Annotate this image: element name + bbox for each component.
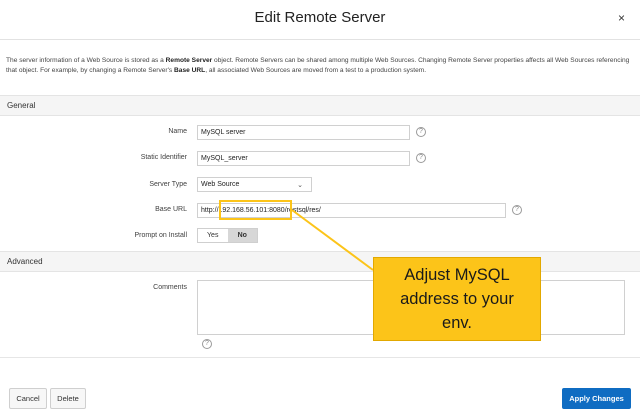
footer-divider (0, 357, 640, 358)
section-advanced-label: Advanced (7, 257, 43, 266)
base-url-help-icon[interactable]: ? (512, 205, 522, 215)
name-input[interactable]: MySQL server (197, 125, 410, 140)
server-type-value: Web Source (201, 181, 240, 188)
comments-label: Comments (153, 284, 187, 291)
section-advanced: Advanced (0, 251, 640, 272)
dialog-title: Edit Remote Server (254, 9, 386, 26)
server-type-label: Server Type (149, 181, 187, 188)
chevron-down-icon: ⌄ (297, 182, 303, 189)
static-identifier-label: Static Identifier (140, 154, 187, 161)
cancel-button[interactable]: Cancel (9, 388, 47, 409)
prompt-yes-option[interactable]: Yes (198, 229, 228, 242)
section-general-label: General (7, 101, 36, 110)
static-identifier-input[interactable]: MySQL_server (197, 151, 410, 166)
prompt-on-install-toggle[interactable]: Yes No (197, 228, 258, 243)
delete-button[interactable]: Delete (50, 388, 86, 409)
close-icon[interactable]: × (618, 11, 625, 25)
server-type-select[interactable]: Web Source ⌄ (197, 177, 312, 192)
annotation-callout: Adjust MySQL address to your env. (373, 257, 541, 341)
static-identifier-help-icon[interactable]: ? (416, 153, 426, 163)
name-label: Name (168, 128, 187, 135)
section-general: General (0, 95, 640, 116)
comments-help-icon[interactable]: ? (202, 339, 212, 349)
prompt-on-install-label: Prompt on Install (134, 232, 187, 239)
prompt-no-option[interactable]: No (227, 229, 257, 242)
description-text: The server information of a Web Source i… (6, 57, 630, 74)
apply-changes-button[interactable]: Apply Changes (562, 388, 631, 409)
name-help-icon[interactable]: ? (416, 127, 426, 137)
base-url-label: Base URL (155, 206, 187, 213)
annotation-highlight-box (219, 200, 292, 220)
header-divider (0, 39, 640, 40)
